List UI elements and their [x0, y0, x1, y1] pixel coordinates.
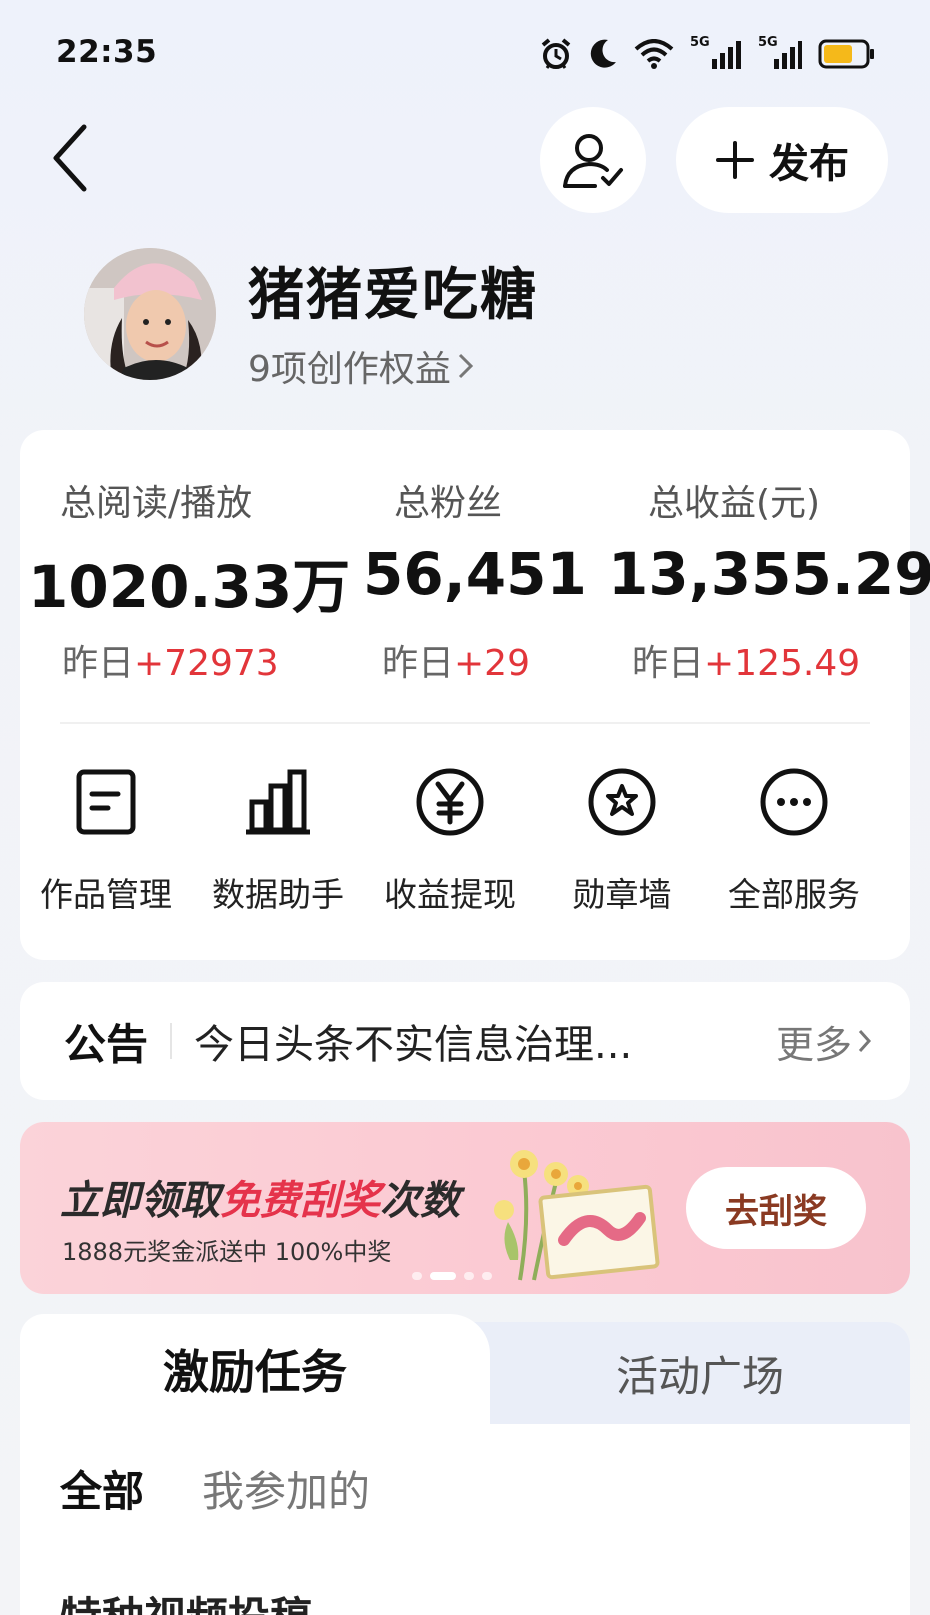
promo-banner[interactable]: 立即领取免费刮奖次数 1888元奖金派送中 100%中奖 去刮奖	[20, 1122, 910, 1294]
banner-subtitle: 1888元奖金派送中 100%中奖	[62, 1238, 392, 1266]
carousel-dot-active[interactable]	[430, 1272, 456, 1280]
chevron-right-icon	[858, 1029, 872, 1053]
banner-title-highlight: 免费刮奖	[220, 1177, 380, 1224]
back-arrow-icon	[53, 124, 87, 192]
stat-delta: 昨日+125.49	[632, 634, 860, 686]
alarm-icon	[541, 38, 571, 69]
carousel-dots	[412, 1272, 492, 1280]
service-medal-wall[interactable]: 勋章墙	[536, 760, 708, 930]
scratch-card-illustration	[494, 1150, 660, 1281]
stat-delta-value: +72973	[134, 643, 279, 684]
banner-title-part: 次数	[380, 1177, 460, 1224]
banner-title: 立即领取免费刮奖次数	[60, 1168, 460, 1226]
stat-value: 13,355.29	[608, 540, 930, 608]
service-label: 勋章墙	[572, 875, 672, 914]
profile-button[interactable]	[540, 107, 646, 213]
status-bar: 22:35 5G 5G	[0, 0, 930, 110]
publish-button[interactable]: 发布	[676, 107, 888, 213]
stat-delta: 昨日+29	[382, 634, 530, 686]
divider	[60, 722, 870, 724]
notice-title: 公告	[64, 1019, 149, 1069]
notice-separator	[170, 1023, 173, 1059]
services-grid: 作品管理 数据助手 收益提现 勋章墙 全部服务	[20, 760, 910, 930]
status-time: 22:35	[56, 34, 158, 70]
stat-delta-prefix: 昨日	[62, 643, 135, 684]
notice-more-link[interactable]: 更多	[776, 1014, 872, 1069]
plus-icon	[716, 141, 754, 179]
back-button[interactable]	[40, 118, 100, 198]
banner-title-part: 立即领取	[60, 1177, 220, 1224]
notice-text[interactable]: 今日头条不实信息治理...	[194, 1012, 776, 1070]
signal-icon: 5G	[758, 35, 802, 71]
service-label: 全部服务	[728, 875, 860, 914]
stat-value: 56,451	[363, 540, 587, 608]
stat-label: 总阅读/播放	[60, 483, 253, 524]
service-withdraw[interactable]: 收益提现	[364, 760, 536, 930]
stat-delta: 昨日+72973	[62, 634, 279, 686]
notice-more-label: 更多	[775, 1022, 852, 1067]
moon-icon	[590, 39, 616, 68]
service-label: 作品管理	[40, 875, 172, 914]
tab-activity-square[interactable]: 活动广场	[490, 1322, 910, 1424]
scratch-button[interactable]: 去刮奖	[686, 1167, 866, 1249]
carousel-dot[interactable]	[464, 1272, 474, 1280]
stat-delta-prefix: 昨日	[382, 643, 455, 684]
medal-icon	[588, 768, 656, 836]
stat-label: 总收益(元)	[648, 483, 821, 524]
tasks-body: 全部 我参加的 特种视频投稿	[20, 1424, 910, 1615]
service-data-assistant[interactable]: 数据助手	[192, 760, 364, 930]
bar-chart-icon	[246, 769, 310, 835]
status-icons: 5G 5G	[540, 34, 876, 74]
tasks-section: 活动广场 激励任务 全部 我参加的 特种视频投稿	[20, 1314, 910, 1615]
user-check-icon	[563, 134, 623, 188]
publish-label: 发布	[769, 141, 849, 187]
chevron-right-icon	[458, 353, 474, 379]
service-works-management[interactable]: 作品管理	[20, 760, 192, 930]
wifi-icon	[634, 39, 674, 69]
task-tabs: 活动广场 激励任务	[20, 1314, 910, 1424]
filter-all[interactable]: 全部	[60, 1458, 144, 1519]
service-label: 收益提现	[384, 875, 516, 914]
stat-value: 1020.33万	[28, 553, 351, 621]
notice-bar[interactable]: 公告 今日头条不实信息治理... 更多	[20, 982, 910, 1100]
avatar[interactable]	[84, 248, 216, 380]
tab-incentive-tasks[interactable]: 激励任务	[20, 1314, 490, 1424]
service-all-services[interactable]: 全部服务	[708, 760, 880, 930]
stat-delta-value: +125.49	[704, 643, 861, 684]
task-item-title[interactable]: 特种视频投稿	[60, 1584, 312, 1615]
carousel-dot[interactable]	[412, 1272, 422, 1280]
carousel-dot[interactable]	[482, 1272, 492, 1280]
service-label: 数据助手	[212, 875, 344, 914]
stats-card: 总阅读/播放 1020.33万 昨日+72973 总粉丝 56,451 昨日+2…	[20, 430, 930, 960]
document-icon	[76, 769, 136, 835]
signal-icon: 5G	[690, 35, 742, 71]
yen-icon	[416, 768, 484, 836]
stat-delta-value: +29	[454, 643, 530, 684]
rights-link[interactable]: 9项创作权益	[248, 340, 475, 392]
stat-delta-prefix: 昨日	[632, 643, 705, 684]
stat-label: 总粉丝	[394, 483, 503, 524]
more-icon	[760, 768, 828, 836]
rights-link-label: 9项创作权益	[248, 349, 451, 390]
battery-icon	[818, 39, 874, 69]
username: 猪猪爱吃糖	[248, 263, 538, 328]
filter-mine[interactable]: 我参加的	[202, 1458, 370, 1519]
